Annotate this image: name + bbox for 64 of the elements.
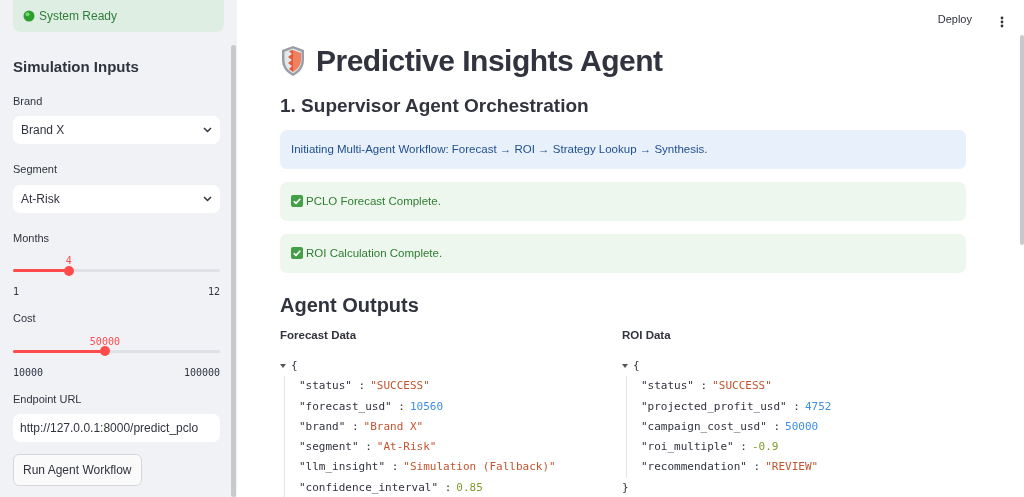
json-key: "projected_profit_usd" : xyxy=(641,398,800,416)
checkmark-icon xyxy=(291,195,303,208)
json-key: "brand" : xyxy=(299,418,359,436)
field-label: Endpoint URL xyxy=(13,391,83,407)
status-dot-icon xyxy=(23,10,35,22)
json-brace: { xyxy=(291,357,298,374)
slider-max-label: 100000 xyxy=(183,365,220,380)
select-field[interactable]: At-Risk xyxy=(13,184,220,213)
json-value: 10560 xyxy=(409,398,444,415)
field-label: Brand xyxy=(13,93,44,109)
sidebar-heading: Simulation Inputs xyxy=(13,57,140,77)
json-key: "forecast_usd" : xyxy=(299,398,405,416)
json-value: "SUCCESS" xyxy=(370,378,430,395)
field-label: Months xyxy=(13,230,51,246)
deploy-button[interactable]: Deploy xyxy=(937,11,972,28)
slider-min-label: 1 xyxy=(13,285,20,299)
shield-icon xyxy=(280,45,306,77)
alert-text: Initiating Multi-Agent Workflow: Forecast → ROI → Strategy Lookup → Synthesis. xyxy=(291,141,708,157)
json-key: "status" : xyxy=(641,378,708,395)
slider-max-label: 12 xyxy=(207,285,220,299)
alert-text: ROI Calculation Complete. xyxy=(306,245,443,261)
json-key: "status" : xyxy=(299,378,366,395)
panel-title: ROI Data xyxy=(622,327,672,343)
collapse-caret-icon[interactable] xyxy=(622,363,628,369)
slider-value: 4 xyxy=(65,254,72,268)
json-key: "campaign_cost_usd" : xyxy=(641,418,781,436)
json-value: -0.9 xyxy=(751,439,779,456)
panel-title: Forecast Data xyxy=(280,327,358,343)
status-text: System Ready xyxy=(39,8,118,25)
json-brace: { xyxy=(633,357,640,374)
json-key: "segment" : xyxy=(299,439,372,456)
chevron-down-icon xyxy=(203,195,212,202)
field-label: Segment xyxy=(13,162,59,177)
scrollbar[interactable] xyxy=(1020,35,1024,245)
url-field[interactable]: http://127.0.0.1:8000/predict_pclo xyxy=(13,414,220,442)
collapse-caret-icon[interactable] xyxy=(280,363,286,369)
json-key: "confidence_interval" : xyxy=(299,479,452,497)
run-button[interactable]: Run Agent Workflow xyxy=(13,454,142,486)
json-key: "recommendation" : xyxy=(641,459,761,476)
json-value: "SUCCESS" xyxy=(712,378,772,395)
slider-handle[interactable] xyxy=(63,265,74,276)
json-value: "Brand X" xyxy=(363,418,424,435)
json-value: "At-Risk" xyxy=(376,439,437,456)
field-label: Cost xyxy=(13,311,37,326)
json-brace: } xyxy=(622,479,629,496)
section-heading: Agent Outputs xyxy=(280,292,420,317)
chevron-down-icon xyxy=(203,127,212,133)
select-field[interactable]: Brand X xyxy=(13,116,220,144)
scrollbar[interactable] xyxy=(231,45,236,497)
json-key: "roi_multiple" : xyxy=(641,439,747,456)
slider-value: 50000 xyxy=(89,334,120,349)
json-value: "Simulation (Fallback)" xyxy=(403,459,556,476)
slider-min-label: 10000 xyxy=(13,365,44,380)
slider-handle[interactable] xyxy=(99,346,110,356)
json-key: "llm_insight" : xyxy=(299,459,399,476)
json-value: "REVIEW" xyxy=(765,459,819,476)
alert-text: PCLO Forecast Complete. xyxy=(306,193,441,209)
section-heading: 1. Supervisor Agent Orchestration xyxy=(280,95,590,118)
page-title: Predictive Insights Agent xyxy=(316,43,663,79)
json-value: 4752 xyxy=(804,398,832,415)
checkmark-icon xyxy=(291,247,303,260)
json-value: 0.85 xyxy=(456,479,483,496)
json-value: 50000 xyxy=(785,418,819,435)
slider-track[interactable] xyxy=(13,349,220,353)
